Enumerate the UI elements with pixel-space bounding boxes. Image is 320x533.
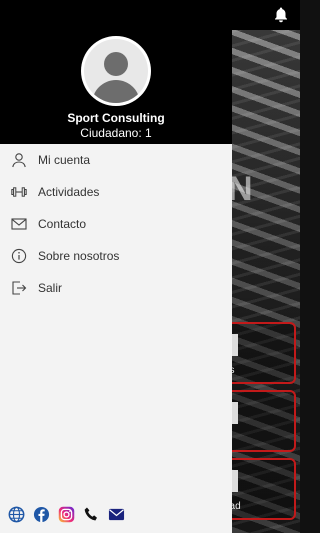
menu-item-mi-cuenta[interactable]: Mi cuenta <box>0 144 232 176</box>
instagram-icon[interactable] <box>58 506 75 523</box>
menu-item-label: Mi cuenta <box>38 153 91 167</box>
background-letter: N <box>232 170 253 208</box>
navigation-drawer: Sport Consulting Ciudadano: 1 Mi cuenta … <box>0 0 232 533</box>
menu-item-actividades[interactable]: Actividades <box>0 176 232 208</box>
card-icon <box>232 470 238 492</box>
citizen-id: Ciudadano: 1 <box>80 126 152 140</box>
drawer-header: Sport Consulting Ciudadano: 1 <box>0 0 232 144</box>
card-icon <box>232 402 238 424</box>
background-card-3[interactable]: dad <box>222 458 296 520</box>
phone-icon[interactable] <box>83 506 100 523</box>
card-icon <box>232 334 238 356</box>
avatar-placeholder <box>84 39 148 103</box>
drawer-menu: Mi cuenta Actividades Contacto Sobre nos… <box>0 144 232 304</box>
avatar-body <box>92 80 140 103</box>
globe-icon[interactable] <box>8 506 25 523</box>
avatar[interactable] <box>81 36 151 106</box>
menu-item-salir[interactable]: Salir <box>0 272 232 304</box>
menu-item-label: Contacto <box>38 217 87 231</box>
envelope-icon <box>11 218 27 230</box>
menu-item-label: Actividades <box>38 185 100 199</box>
mail-icon[interactable] <box>108 506 125 523</box>
logout-icon <box>12 281 27 295</box>
background-card-2[interactable]: a <box>222 390 296 452</box>
user-icon <box>12 153 26 168</box>
avatar-head <box>104 52 128 76</box>
social-links <box>8 506 125 524</box>
company-name: Sport Consulting <box>67 111 165 125</box>
menu-item-label: Salir <box>38 281 63 295</box>
menu-item-sobre-nosotros[interactable]: Sobre nosotros <box>0 240 232 272</box>
facebook-icon[interactable] <box>33 506 50 523</box>
menu-item-contacto[interactable]: Contacto <box>0 208 232 240</box>
dumbbell-icon <box>11 187 27 197</box>
info-icon <box>11 248 27 264</box>
bell-icon[interactable] <box>272 6 290 24</box>
background-card-1[interactable]: es <box>222 322 296 384</box>
menu-item-label: Sobre nosotros <box>38 249 120 263</box>
